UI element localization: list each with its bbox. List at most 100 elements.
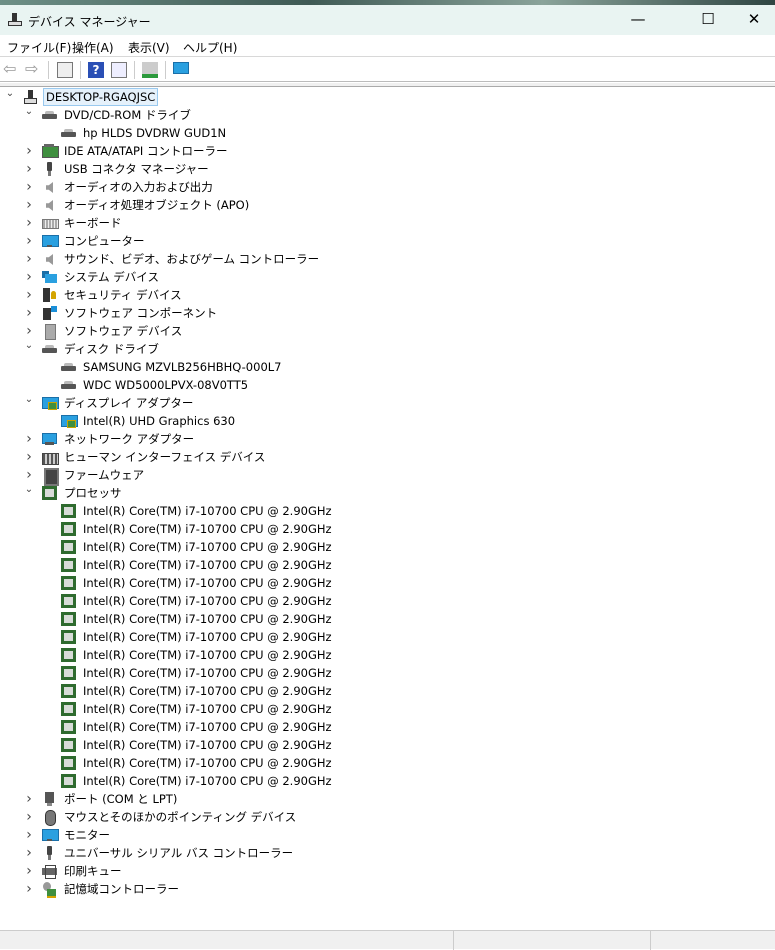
- tree-item-label[interactable]: ファームウェア: [62, 466, 146, 484]
- menu-file[interactable]: ファイル(F): [7, 39, 71, 56]
- tree-item-label[interactable]: Intel(R) Core(TM) i7-10700 CPU @ 2.90GHz: [81, 647, 334, 663]
- tree-item-label[interactable]: オーディオの入力および出力: [62, 178, 215, 196]
- tree-category[interactable]: › 印刷キュー: [23, 862, 124, 880]
- tree-item-label[interactable]: DVD/CD-ROM ドライブ: [62, 106, 193, 124]
- tree-category[interactable]: ⌄ DVD/CD-ROM ドライブ: [23, 106, 193, 124]
- tree-category[interactable]: › ソフトウェア コンポーネント: [23, 304, 219, 322]
- tree-device[interactable]: Intel(R) Core(TM) i7-10700 CPU @ 2.90GHz: [42, 574, 334, 592]
- chevron-right-icon[interactable]: ›: [23, 180, 35, 194]
- tree-item-label[interactable]: ソフトウェア コンポーネント: [62, 304, 219, 322]
- tree-item-label[interactable]: Intel(R) Core(TM) i7-10700 CPU @ 2.90GHz: [81, 539, 334, 555]
- tree-device[interactable]: Intel(R) Core(TM) i7-10700 CPU @ 2.90GHz: [42, 772, 334, 790]
- show-hide-console-tree-icon[interactable]: [57, 62, 73, 78]
- tree-category[interactable]: › マウスとそのほかのポインティング デバイス: [23, 808, 298, 826]
- tree-item-label[interactable]: Intel(R) Core(TM) i7-10700 CPU @ 2.90GHz: [81, 593, 334, 609]
- tree-device[interactable]: SAMSUNG MZVLB256HBHQ-000L7: [42, 358, 283, 376]
- tree-item-label[interactable]: USB コネクタ マネージャー: [62, 160, 211, 178]
- chevron-right-icon[interactable]: ›: [23, 306, 35, 320]
- chevron-right-icon[interactable]: ›: [23, 288, 35, 302]
- tree-item-label[interactable]: Intel(R) Core(TM) i7-10700 CPU @ 2.90GHz: [81, 557, 334, 573]
- tree-item-label[interactable]: ディスク ドライブ: [62, 340, 161, 358]
- tree-category[interactable]: › 記憶域コントローラー: [23, 880, 181, 898]
- chevron-right-icon[interactable]: ›: [23, 468, 35, 482]
- monitor-icon[interactable]: [173, 62, 189, 74]
- chevron-down-icon[interactable]: ⌄: [4, 89, 16, 103]
- tree-item-label[interactable]: DESKTOP-RGAQJSC: [43, 88, 159, 106]
- chevron-right-icon[interactable]: ›: [23, 432, 35, 446]
- minimize-button[interactable]: —: [615, 5, 661, 35]
- tree-category[interactable]: › ネットワーク アダプター: [23, 430, 196, 448]
- tree-item-label[interactable]: 印刷キュー: [62, 862, 124, 880]
- tree-item-label[interactable]: キーボード: [62, 214, 124, 232]
- tree-item-label[interactable]: WDC WD5000LPVX-08V0TT5: [81, 377, 250, 393]
- tree-item-label[interactable]: SAMSUNG MZVLB256HBHQ-000L7: [81, 359, 283, 375]
- chevron-right-icon[interactable]: ›: [23, 864, 35, 878]
- tree-item-label[interactable]: 記憶域コントローラー: [62, 880, 181, 898]
- chevron-right-icon[interactable]: ›: [23, 144, 35, 158]
- tree-device[interactable]: hp HLDS DVDRW GUD1N: [42, 124, 228, 142]
- tree-item-label[interactable]: Intel(R) Core(TM) i7-10700 CPU @ 2.90GHz: [81, 521, 334, 537]
- tree-item-label[interactable]: hp HLDS DVDRW GUD1N: [81, 125, 228, 141]
- tree-item-label[interactable]: Intel(R) Core(TM) i7-10700 CPU @ 2.90GHz: [81, 755, 334, 771]
- tree-category[interactable]: › オーディオ処理オブジェクト (APO): [23, 196, 251, 214]
- tree-device[interactable]: Intel(R) UHD Graphics 630: [42, 412, 237, 430]
- tree-device[interactable]: Intel(R) Core(TM) i7-10700 CPU @ 2.90GHz: [42, 664, 334, 682]
- properties-icon[interactable]: [111, 62, 127, 78]
- tree-item-label[interactable]: Intel(R) Core(TM) i7-10700 CPU @ 2.90GHz: [81, 719, 334, 735]
- tree-item-label[interactable]: ユニバーサル シリアル バス コントローラー: [62, 844, 295, 862]
- tree-category[interactable]: › サウンド、ビデオ、およびゲーム コントローラー: [23, 250, 321, 268]
- chevron-right-icon[interactable]: ›: [23, 234, 35, 248]
- chevron-right-icon[interactable]: ›: [23, 162, 35, 176]
- chevron-right-icon[interactable]: ›: [23, 198, 35, 212]
- tree-category[interactable]: › ヒューマン インターフェイス デバイス: [23, 448, 267, 466]
- tree-category[interactable]: › ソフトウェア デバイス: [23, 322, 184, 340]
- tree-item-label[interactable]: Intel(R) Core(TM) i7-10700 CPU @ 2.90GHz: [81, 737, 334, 753]
- help-icon[interactable]: ?: [88, 62, 104, 78]
- chevron-down-icon[interactable]: ⌄: [23, 485, 35, 499]
- tree-device[interactable]: Intel(R) Core(TM) i7-10700 CPU @ 2.90GHz: [42, 592, 334, 610]
- tree-device[interactable]: Intel(R) Core(TM) i7-10700 CPU @ 2.90GHz: [42, 700, 334, 718]
- chevron-right-icon[interactable]: ›: [23, 270, 35, 284]
- chevron-right-icon[interactable]: ›: [23, 216, 35, 230]
- tree-device[interactable]: Intel(R) Core(TM) i7-10700 CPU @ 2.90GHz: [42, 538, 334, 556]
- tree-item-label[interactable]: サウンド、ビデオ、およびゲーム コントローラー: [62, 250, 321, 268]
- tree-device[interactable]: Intel(R) Core(TM) i7-10700 CPU @ 2.90GHz: [42, 628, 334, 646]
- chevron-down-icon[interactable]: ⌄: [23, 395, 35, 409]
- tree-category[interactable]: › セキュリティ デバイス: [23, 286, 184, 304]
- scan-hardware-icon[interactable]: [142, 62, 158, 78]
- tree-category[interactable]: › システム デバイス: [23, 268, 161, 286]
- tree-device[interactable]: Intel(R) Core(TM) i7-10700 CPU @ 2.90GHz: [42, 610, 334, 628]
- forward-icon[interactable]: ⇨: [25, 61, 41, 78]
- back-icon[interactable]: ⇦: [3, 61, 19, 78]
- tree-item-label[interactable]: Intel(R) Core(TM) i7-10700 CPU @ 2.90GHz: [81, 701, 334, 717]
- tree-item-label[interactable]: ソフトウェア デバイス: [62, 322, 184, 340]
- menu-help[interactable]: ヘルプ(H): [183, 39, 237, 56]
- chevron-right-icon[interactable]: ›: [23, 450, 35, 464]
- chevron-right-icon[interactable]: ›: [23, 810, 35, 824]
- tree-device[interactable]: Intel(R) Core(TM) i7-10700 CPU @ 2.90GHz: [42, 718, 334, 736]
- tree-category[interactable]: › IDE ATA/ATAPI コントローラー: [23, 142, 229, 160]
- tree-device[interactable]: Intel(R) Core(TM) i7-10700 CPU @ 2.90GHz: [42, 502, 334, 520]
- tree-item-label[interactable]: ヒューマン インターフェイス デバイス: [62, 448, 267, 466]
- chevron-down-icon[interactable]: ⌄: [23, 107, 35, 121]
- chevron-right-icon[interactable]: ›: [23, 324, 35, 338]
- tree-item-label[interactable]: Intel(R) Core(TM) i7-10700 CPU @ 2.90GHz: [81, 575, 334, 591]
- tree-category[interactable]: › ファームウェア: [23, 466, 146, 486]
- chevron-right-icon[interactable]: ›: [23, 828, 35, 842]
- tree-item-label[interactable]: プロセッサ: [62, 484, 124, 502]
- tree-category[interactable]: › ユニバーサル シリアル バス コントローラー: [23, 844, 295, 862]
- tree-item-label[interactable]: セキュリティ デバイス: [62, 286, 184, 304]
- chevron-right-icon[interactable]: ›: [23, 792, 35, 806]
- chevron-right-icon[interactable]: ›: [23, 846, 35, 860]
- tree-item-label[interactable]: コンピューター: [62, 232, 147, 250]
- tree-category[interactable]: › ポート (COM と LPT): [23, 790, 179, 808]
- tree-category[interactable]: › オーディオの入力および出力: [23, 178, 215, 196]
- tree-item-label[interactable]: Intel(R) UHD Graphics 630: [81, 413, 237, 429]
- tree-device[interactable]: Intel(R) Core(TM) i7-10700 CPU @ 2.90GHz: [42, 682, 334, 700]
- tree-item-label[interactable]: Intel(R) Core(TM) i7-10700 CPU @ 2.90GHz: [81, 611, 334, 627]
- tree-category[interactable]: ⌄ ディスク ドライブ: [23, 340, 161, 358]
- tree-category[interactable]: › キーボード: [23, 214, 124, 232]
- tree-item-label[interactable]: Intel(R) Core(TM) i7-10700 CPU @ 2.90GHz: [81, 503, 334, 519]
- tree-device[interactable]: Intel(R) Core(TM) i7-10700 CPU @ 2.90GHz: [42, 520, 334, 538]
- tree-item-label[interactable]: Intel(R) Core(TM) i7-10700 CPU @ 2.90GHz: [81, 629, 334, 645]
